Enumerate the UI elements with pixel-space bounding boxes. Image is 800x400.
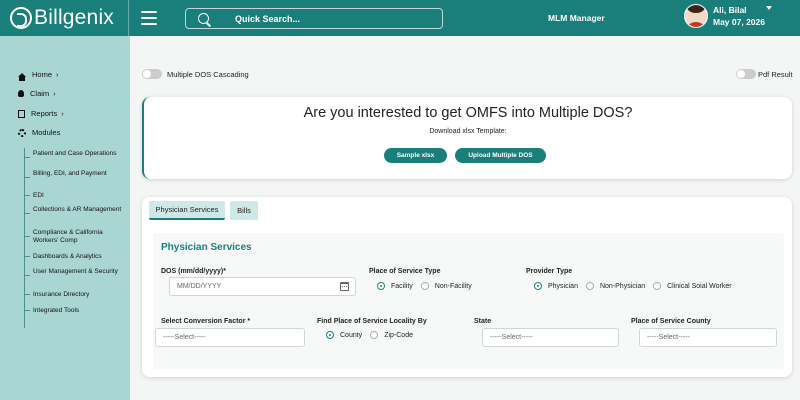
calendar-icon[interactable] <box>340 282 349 291</box>
module-integrated-tools[interactable]: Integrated Tools <box>33 307 123 315</box>
multiple-dos-toggle[interactable] <box>142 69 162 79</box>
toggle-label: Multiple DOS Cascading <box>167 69 249 79</box>
tree-tick <box>24 213 30 214</box>
tree-tick <box>24 256 30 257</box>
sidebar-item-modules[interactable]: Modules <box>18 128 60 137</box>
tree-tick <box>24 275 30 276</box>
provider-type-group: Physician Non-Physician Clinical Soial W… <box>534 282 740 290</box>
tree-tick <box>24 195 30 196</box>
select-value: -----Select----- <box>490 334 533 341</box>
sidebar-item-reports[interactable]: Reports › <box>18 109 64 118</box>
state-label: State <box>474 318 492 325</box>
user-date: May 07, 2026 <box>713 17 765 27</box>
tab-physician-services[interactable]: Physician Services <box>149 201 225 220</box>
pdf-result-toggle-row: Pdf Result <box>736 69 793 79</box>
radio-label: Facility <box>391 282 413 290</box>
search-input[interactable] <box>235 13 415 24</box>
radio-label: Non-Physician <box>599 282 646 290</box>
module-compliance[interactable]: Compliance & California Workers' Comp <box>33 229 123 244</box>
company-name: MLM Manager <box>548 13 605 23</box>
download-label: Download xlsx Template: <box>429 128 507 135</box>
chevron-down-icon[interactable] <box>766 6 772 10</box>
toggle-label: Pdf Result <box>758 69 793 79</box>
county-select[interactable]: -----Select----- <box>639 328 777 347</box>
conversion-factor-label: Select Conversion Factor * <box>161 318 251 325</box>
sample-xlsx-button[interactable]: Sample xlsx <box>384 148 447 163</box>
sidebar-item-label: Home <box>32 70 53 79</box>
sidebar: Home › Claim › Reports › Modules Patient… <box>0 36 130 400</box>
module-dashboards[interactable]: Dashboards & Analytics <box>33 253 123 261</box>
locality-label: Find Place of Service Locality By <box>317 318 427 325</box>
state-select[interactable]: -----Select----- <box>482 328 619 347</box>
chevron-right-icon: › <box>53 89 56 98</box>
pos-type-group: Facility Non-Facility <box>377 282 480 290</box>
sidebar-item-label: Modules <box>32 128 61 137</box>
header-divider <box>128 0 129 36</box>
top-bar: Billgenix MLM Manager Ali, Bilal May 07,… <box>0 0 800 36</box>
sidebar-item-claim[interactable]: Claim › <box>18 89 56 98</box>
tree-tick <box>24 177 30 178</box>
logo-icon <box>10 7 32 29</box>
radio-label: Physician <box>548 282 578 290</box>
home-icon <box>18 72 26 81</box>
radio-non-facility[interactable] <box>420 282 429 290</box>
dos-label: DOS (mm/dd/yyyy)* <box>161 268 226 275</box>
logo-text: Billgenix <box>34 6 115 29</box>
search-icon <box>198 13 209 24</box>
sidebar-item-label: Reports <box>31 109 58 118</box>
section-title: Physician Services <box>161 242 252 253</box>
radio-clinical-social-worker[interactable] <box>653 282 662 290</box>
omfs-title: Are you interested to get OMFS into Mult… <box>303 105 633 121</box>
module-collections[interactable]: Collections & AR Management <box>33 206 123 214</box>
user-name[interactable]: Ali, Bilal <box>713 5 747 15</box>
tree-tick <box>24 157 30 158</box>
gear-icon <box>18 128 26 137</box>
provider-type-label: Provider Type <box>526 268 573 275</box>
dos-input[interactable]: MM/DD/YYYY <box>169 277 356 296</box>
radio-label: Zip-Code <box>384 331 413 339</box>
radio-county[interactable] <box>326 331 334 339</box>
logo[interactable]: Billgenix <box>10 6 114 30</box>
conversion-factor-select[interactable]: -----Select----- <box>155 328 305 347</box>
pdf-result-toggle[interactable] <box>736 69 756 79</box>
dos-placeholder: MM/DD/YYYY <box>177 283 222 290</box>
radio-non-physician[interactable] <box>585 282 594 290</box>
radio-physician[interactable] <box>534 282 542 290</box>
tree-tick <box>24 310 30 311</box>
report-icon <box>18 109 25 118</box>
radio-facility[interactable] <box>377 282 385 290</box>
sidebar-item-label: Claim <box>30 89 50 98</box>
module-user-management[interactable]: User Management & Security <box>33 268 123 276</box>
form-panel: Physician Services DOS (mm/dd/yyyy)* MM/… <box>153 233 784 369</box>
pos-type-label: Place of Service Type <box>369 268 441 275</box>
claim-icon <box>18 90 24 97</box>
chevron-right-icon: › <box>61 109 64 118</box>
module-billing-edi[interactable]: Billing, EDI, and Payment <box>33 170 123 178</box>
module-insurance-directory[interactable]: Insurance Directory <box>33 291 123 299</box>
quick-search[interactable] <box>185 8 443 29</box>
radio-label: Non-Facility <box>434 282 472 290</box>
tree-tick <box>24 294 30 295</box>
radio-zip-code[interactable] <box>370 331 379 339</box>
radio-label: County <box>340 331 363 339</box>
locality-group: County Zip-Code <box>326 331 421 339</box>
select-value: -----Select----- <box>163 334 206 341</box>
tab-bills[interactable]: Bills <box>230 201 258 220</box>
module-patient-case[interactable]: Patient and Case Operations <box>33 150 123 158</box>
radio-label: Clinical Soial Worker <box>667 282 732 290</box>
menu-icon[interactable] <box>141 11 157 25</box>
multiple-dos-toggle-row: Multiple DOS Cascading <box>142 69 249 79</box>
module-edi[interactable]: EDI <box>33 192 123 200</box>
modules-tree-line <box>24 148 25 328</box>
omfs-card: Are you interested to get OMFS into Mult… <box>142 97 792 179</box>
upload-multiple-dos-button[interactable]: Upload Multiple DOS <box>455 148 546 163</box>
chevron-right-icon: › <box>56 70 59 79</box>
tree-tick <box>24 236 30 237</box>
avatar[interactable] <box>684 4 708 28</box>
physician-services-card: Physician Services Bills Physician Servi… <box>142 197 792 377</box>
county-label: Place of Service County <box>631 318 711 325</box>
sidebar-item-home[interactable]: Home › <box>18 70 59 81</box>
select-value: -----Select----- <box>647 334 690 341</box>
